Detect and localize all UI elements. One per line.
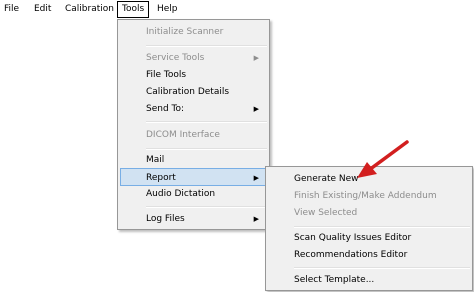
menu-file[interactable]: File [0, 2, 23, 17]
menu-item-recommendations-editor[interactable]: Recommendations Editor [268, 246, 470, 264]
menu-separator [146, 148, 267, 150]
tools-menu: Initialize Scanner Service Tools ▶ File … [117, 19, 270, 230]
menu-item-finish-existing[interactable]: Finish Existing/Make Addendum [268, 187, 470, 205]
menu-calibration[interactable]: Calibration [61, 2, 118, 17]
menu-item-log-files[interactable]: Log Files ▶ [120, 210, 267, 228]
chevron-right-icon: ▶ [253, 54, 259, 62]
menu-item-report[interactable]: Report ▶ [120, 168, 267, 186]
menu-separator [294, 267, 470, 269]
menu-separator [294, 226, 470, 228]
menu-item-audio-dictation[interactable]: Audio Dictation [120, 185, 267, 203]
menu-separator [146, 121, 267, 123]
menu-separator [146, 206, 267, 208]
report-submenu: Generate New Finish Existing/Make Addend… [265, 166, 473, 291]
menu-item-select-template[interactable]: Select Template... [268, 271, 470, 289]
menu-item-send-to[interactable]: Send To: ▶ [120, 100, 267, 118]
chevron-right-icon: ▶ [253, 105, 259, 113]
menu-edit[interactable]: Edit [30, 2, 55, 17]
menu-separator [146, 45, 267, 47]
menu-item-view-selected[interactable]: View Selected [268, 204, 470, 222]
chevron-right-icon: ▶ [253, 215, 259, 223]
menu-item-mail[interactable]: Mail [120, 151, 267, 169]
menu-help[interactable]: Help [153, 2, 182, 17]
menu-item-scan-quality-issues-editor[interactable]: Scan Quality Issues Editor [268, 229, 470, 247]
menu-bar: File Edit Calibration Tools Help [0, 0, 474, 19]
red-arrow-pointer-icon [357, 140, 409, 178]
menu-item-service-tools[interactable]: Service Tools ▶ [120, 49, 267, 67]
menu-item-file-tools[interactable]: File Tools [120, 66, 267, 84]
menu-tools[interactable]: Tools [117, 1, 150, 18]
menu-item-dicom-interface[interactable]: DICOM Interface [120, 126, 267, 144]
menu-item-initialize-scanner[interactable]: Initialize Scanner [120, 23, 267, 41]
menu-item-calibration-details[interactable]: Calibration Details [120, 83, 267, 101]
